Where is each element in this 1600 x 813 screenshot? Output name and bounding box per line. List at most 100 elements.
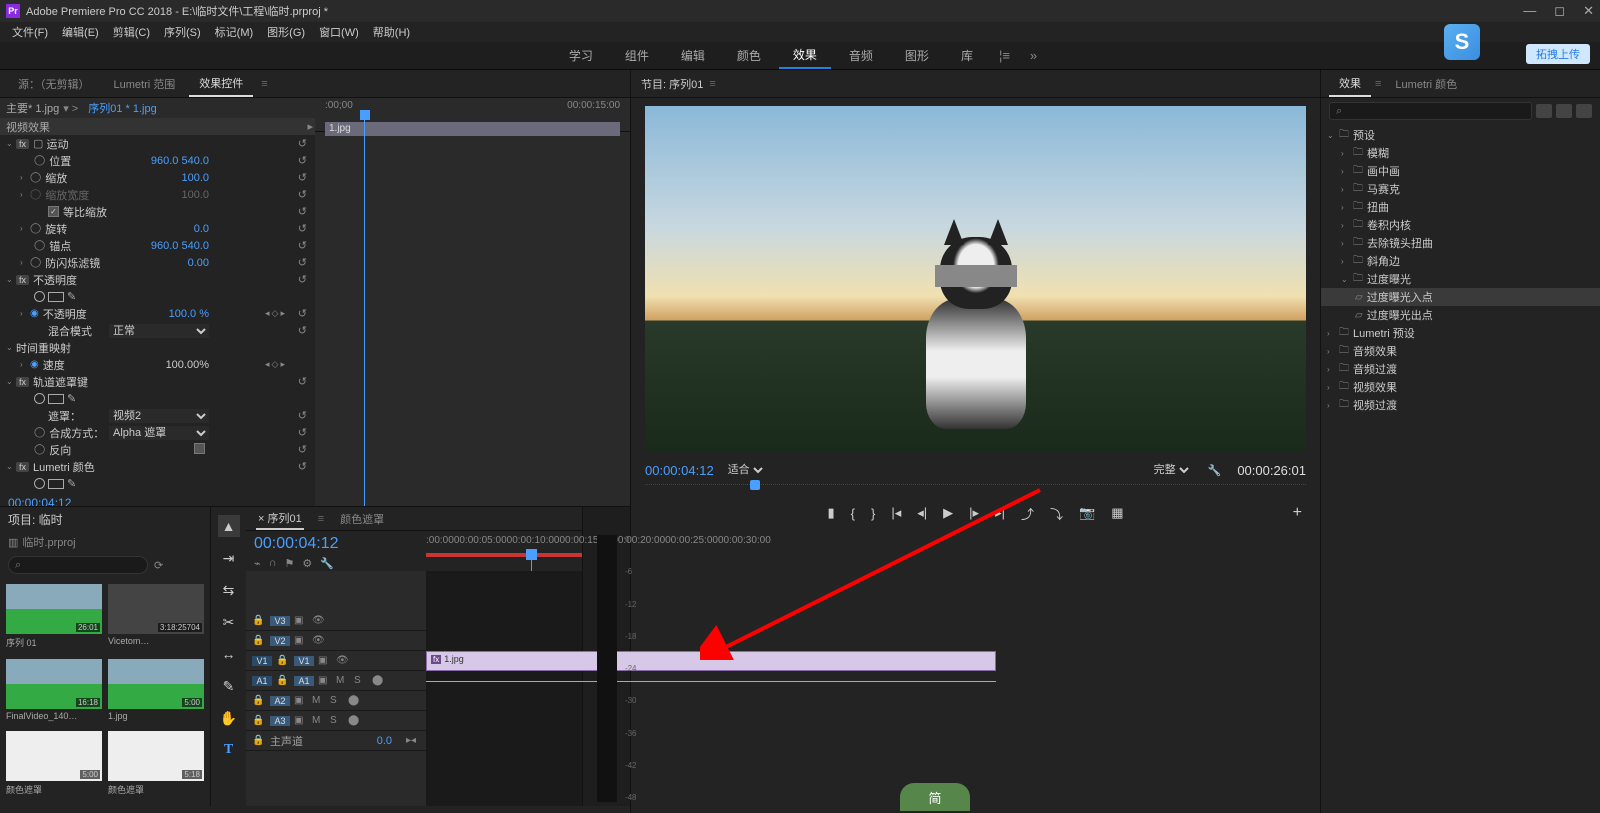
razor-tool[interactable]: ✂: [218, 611, 240, 633]
slip-tool[interactable]: ↔: [218, 643, 240, 665]
track-v3[interactable]: V3: [270, 616, 290, 626]
fx-folder[interactable]: ›🗀画中画: [1321, 162, 1600, 180]
mark-clip-icon[interactable]: }: [871, 506, 875, 521]
project-item[interactable]: 3:18:25704Vicetom…: [108, 584, 204, 653]
track-a2[interactable]: A2: [270, 696, 290, 706]
fx-motion[interactable]: ▢: [33, 137, 43, 150]
panel-menu-icon[interactable]: ≡: [1375, 78, 1381, 90]
menu-marker[interactable]: 标记(M): [209, 22, 260, 42]
ec-timecode[interactable]: 00:00:04:12: [0, 492, 315, 506]
ec-mini-timeline[interactable]: :00;0000:00:15:00 1.jpg: [315, 98, 630, 506]
project-item[interactable]: 5:18颜色遮罩: [108, 731, 204, 800]
ws-effects[interactable]: 效果: [779, 42, 831, 69]
fx-folder[interactable]: ›🗀视频过渡: [1321, 396, 1600, 414]
ws-graphics[interactable]: 图形: [891, 43, 943, 68]
value-speed[interactable]: 100.00%: [166, 359, 209, 371]
selection-tool[interactable]: ▲: [218, 515, 240, 537]
timeline-tab-sequence[interactable]: × 序列01: [256, 508, 304, 530]
tab-source[interactable]: 源：（无剪辑）: [8, 72, 100, 96]
monitor-scrubber[interactable]: [645, 484, 1306, 498]
quality-select[interactable]: 完整: [1150, 463, 1192, 477]
src-v1[interactable]: V1: [252, 656, 272, 666]
composite-select[interactable]: Alpha 遮罩: [109, 426, 209, 440]
value-rotation[interactable]: 0.0: [194, 223, 209, 235]
marker-icon[interactable]: ⚑: [285, 557, 295, 570]
fx-folder[interactable]: ›🗀卷积内核: [1321, 216, 1600, 234]
ec-clip-bar[interactable]: 1.jpg: [325, 122, 620, 136]
uniform-scale-checkbox[interactable]: ✓: [48, 206, 59, 217]
mask-pen-icon[interactable]: ✎: [67, 392, 76, 405]
ws-list-icon[interactable]: ¦≡: [991, 46, 1018, 65]
ec-clip-name[interactable]: 主要* 1.jpg: [6, 100, 59, 116]
ec-sequence-link[interactable]: 序列01 * 1.jpg: [88, 100, 156, 116]
tab-lumetri-color[interactable]: Lumetri 颜色: [1385, 72, 1467, 96]
scrub-handle[interactable]: [750, 480, 760, 490]
pen-tool[interactable]: ✎: [218, 675, 240, 697]
fx-preset-overexpose-in[interactable]: ▱过度曝光入点: [1321, 288, 1600, 306]
fx-badge-icon[interactable]: [1536, 104, 1552, 118]
project-item[interactable]: 5:001.jpg: [108, 659, 204, 725]
ws-library[interactable]: 库: [947, 43, 987, 68]
lift-icon[interactable]: ⤴: [1021, 504, 1034, 523]
extract-icon[interactable]: ⤵: [1050, 504, 1063, 523]
wrench-icon[interactable]: 🔧: [320, 557, 334, 570]
menu-window[interactable]: 窗口(W): [313, 22, 365, 42]
fx-folder[interactable]: ›🗀模糊: [1321, 144, 1600, 162]
panel-menu-icon[interactable]: ≡: [709, 78, 715, 90]
fx-folder[interactable]: ›🗀音频过渡: [1321, 360, 1600, 378]
reverse-checkbox[interactable]: [194, 443, 205, 454]
matte-select[interactable]: 视频2: [109, 409, 209, 423]
play-icon[interactable]: ▶: [943, 505, 953, 521]
blend-mode-select[interactable]: 正常: [109, 324, 209, 338]
project-item[interactable]: 16:18FinalVideo_140…: [6, 659, 102, 725]
minimize-button[interactable]: —: [1523, 3, 1536, 19]
zoom-select[interactable]: 适合: [724, 463, 766, 477]
search-icon[interactable]: ⟳: [154, 559, 163, 572]
comparison-icon[interactable]: ▦: [1111, 505, 1123, 521]
program-timecode[interactable]: 00:00:04:12: [645, 463, 714, 478]
project-search-input[interactable]: [8, 556, 148, 574]
value-opacity[interactable]: 100.0 %: [169, 308, 209, 320]
ws-overflow-icon[interactable]: »: [1022, 46, 1045, 65]
panel-menu-icon[interactable]: ≡: [318, 513, 324, 525]
fx-lumetri[interactable]: Lumetri 颜色: [33, 459, 95, 475]
fx-preset-overexpose-out[interactable]: ▱过度曝光出点: [1321, 306, 1600, 324]
ws-assembly[interactable]: 组件: [611, 43, 663, 68]
eye-icon[interactable]: 👁: [312, 615, 326, 626]
fx-badge-icon[interactable]: [1576, 104, 1592, 118]
step-forward-icon[interactable]: |▸: [969, 505, 979, 521]
reset-icon[interactable]: ↺: [298, 137, 307, 150]
mark-out-icon[interactable]: {: [851, 506, 855, 521]
timeline-clip[interactable]: fx1.jpg: [426, 651, 996, 671]
ec-playhead[interactable]: [360, 110, 370, 120]
value-anchor[interactable]: 960.0 540.0: [151, 240, 209, 252]
menu-file[interactable]: 文件(F): [6, 22, 54, 42]
mask-rect-icon[interactable]: [48, 292, 64, 302]
tab-effect-controls[interactable]: 效果控件: [189, 71, 253, 97]
value-position[interactable]: 960.0 540.0: [151, 155, 209, 167]
fx-folder[interactable]: ›🗀扭曲: [1321, 198, 1600, 216]
hand-tool[interactable]: ✋: [218, 707, 240, 729]
record-icon[interactable]: ⬤: [372, 675, 386, 686]
solo-icon[interactable]: S: [354, 675, 368, 686]
track-a1[interactable]: A1: [294, 676, 314, 686]
track-select-tool[interactable]: ⇥: [218, 547, 240, 569]
timeline-timecode[interactable]: 00:00:04:12: [254, 535, 418, 553]
maximize-button[interactable]: ◻: [1554, 3, 1565, 19]
fx-folder[interactable]: ›🗀马赛克: [1321, 180, 1600, 198]
track-v2[interactable]: V2: [270, 636, 290, 646]
mask-ellipse-icon[interactable]: [34, 478, 45, 489]
mark-in-icon[interactable]: ▮: [828, 505, 835, 521]
fx-folder[interactable]: ›🗀音频效果: [1321, 342, 1600, 360]
fx-folder[interactable]: ›🗀视频效果: [1321, 378, 1600, 396]
settings-icon[interactable]: ⚙: [302, 557, 312, 570]
type-tool[interactable]: T: [218, 739, 240, 761]
cloud-upload-button[interactable]: 拓拽上传: [1526, 44, 1590, 64]
ws-color[interactable]: 颜色: [723, 43, 775, 68]
add-button-icon[interactable]: +: [1293, 504, 1302, 522]
tab-effects[interactable]: 效果: [1329, 71, 1371, 97]
close-button[interactable]: ✕: [1583, 3, 1594, 19]
timeline-body[interactable]: fx1.jpg: [426, 571, 582, 806]
menu-sequence[interactable]: 序列(S): [158, 22, 207, 42]
snap-icon[interactable]: ⌁: [254, 557, 261, 570]
